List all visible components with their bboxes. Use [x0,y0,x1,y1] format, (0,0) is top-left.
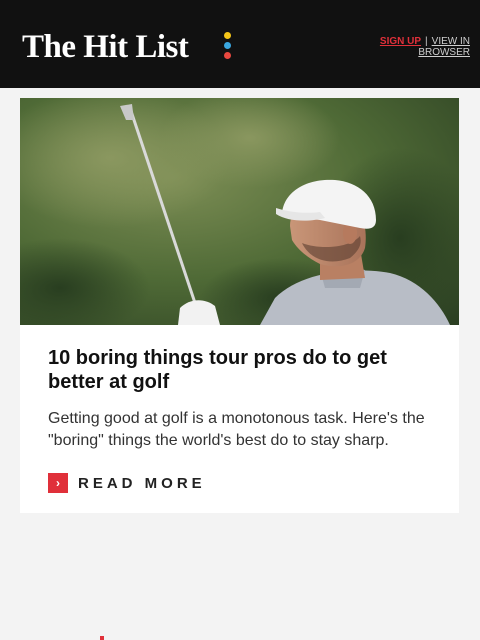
read-more-button[interactable]: › READ MORE [48,473,206,493]
sign-up-link[interactable]: SIGN UP [380,36,421,47]
link-separator: | [425,36,428,47]
article-title[interactable]: 10 boring things tour pros do to get bet… [48,346,428,394]
header-links: SIGN UP | VIEW IN BROWSER [360,36,470,58]
chevron-right-icon: › [48,473,68,493]
blue-dot-icon [224,42,231,49]
red-dot-icon [224,52,231,59]
next-section-mark [100,636,104,640]
article-description: Getting good at golf is a monotonous tas… [48,410,425,449]
yellow-dot-icon [224,32,231,39]
article-hero-image[interactable] [20,98,459,325]
read-more-label: READ MORE [78,474,206,492]
golfer-photo [20,98,459,325]
logo-dots-icon [224,32,231,60]
article-card: 10 boring things tour pros do to get bet… [20,98,459,513]
logo-text: The Hit List [22,29,189,65]
email-header: The Hit List SIGN UP | VIEW IN BROWSER [0,0,480,88]
